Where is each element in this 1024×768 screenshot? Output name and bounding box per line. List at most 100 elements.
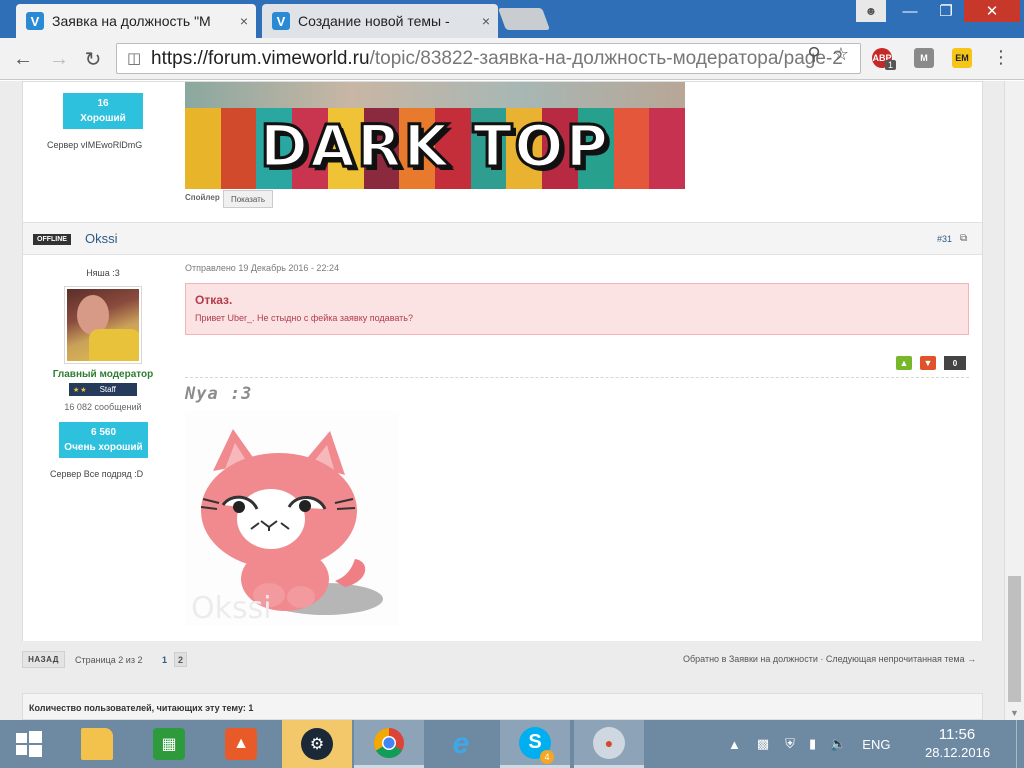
internet-explorer-taskbar-app[interactable]: e xyxy=(426,720,496,768)
tab-title: Заявка на должность "М xyxy=(52,13,211,29)
volume-icon[interactable]: 🔈 xyxy=(830,736,846,752)
paint-taskbar-app[interactable]: ● xyxy=(574,720,644,768)
share-icon[interactable]: ⧉ xyxy=(960,233,967,244)
topic-readers-bar: Количество пользователей, читающих эту т… xyxy=(22,693,983,720)
post-reputation-count: 0 xyxy=(944,356,966,370)
pagination-back-button[interactable]: НАЗАД xyxy=(22,651,65,668)
browser-tabstrip: V Заявка на должность "М × V Создание но… xyxy=(0,0,1024,38)
banner-sky xyxy=(185,82,685,108)
page-link-1[interactable]: 1 xyxy=(158,652,171,667)
reputation-value: 16 xyxy=(97,98,109,109)
staff-badge: ★★ Staff xyxy=(69,383,137,396)
post-author-link[interactable]: Okssi xyxy=(85,231,118,246)
zoom-icon[interactable]: ⚲ xyxy=(803,44,825,65)
refusal-text: Привет Uber_. Не стыдно с фейка заявку п… xyxy=(195,313,413,323)
avatar-shirt xyxy=(89,329,139,361)
post-body: Няша :3 Главный модератор ★★ Staff 16 08… xyxy=(23,255,982,641)
chrome-taskbar-app[interactable] xyxy=(354,720,424,768)
post-header: OFFLINE Okssi #31 ⧉ xyxy=(23,222,982,255)
clock-date: 28.12.2016 xyxy=(925,745,991,760)
windows-start-button[interactable] xyxy=(0,720,58,768)
reputation-value: 6 560 xyxy=(90,427,117,438)
vote-up-icon[interactable]: ▲ xyxy=(896,356,912,370)
new-tab-button[interactable] xyxy=(497,8,551,30)
extension-em-icon[interactable]: EM xyxy=(952,48,972,68)
close-window-icon[interactable]: ✕ xyxy=(964,0,1020,22)
dark-top-banner-image: DARK TOP xyxy=(185,82,685,189)
store-taskbar-app[interactable]: ▦ xyxy=(134,720,204,768)
notification-area: ▲ ▩ ⛨ ▮ 🔈 ENG xyxy=(728,720,890,768)
reputation-box[interactable]: 16 Хороший xyxy=(63,93,143,129)
photos-icon: ▲ xyxy=(225,728,257,760)
vimeworld-favicon-icon: V xyxy=(26,12,44,30)
reputation-box[interactable]: 6 560 Очень хороший xyxy=(59,422,148,458)
page-current-2: 2 xyxy=(174,652,187,667)
signature-text: Nya :3 xyxy=(185,384,253,404)
reload-icon[interactable]: ↻ xyxy=(81,47,105,71)
signal-strength-icon[interactable]: ▩ xyxy=(757,736,769,752)
post-number-link[interactable]: #31 xyxy=(937,234,952,244)
steam-icon: ⚙ xyxy=(301,728,333,760)
refusal-title: Отказ. xyxy=(195,293,233,307)
back-to-forum-link[interactable]: Обратно в Заявки на должности · Следующа… xyxy=(683,654,976,664)
skype-taskbar-app[interactable]: S 4 xyxy=(500,720,570,768)
photos-taskbar-app[interactable]: ▲ xyxy=(206,720,276,768)
steam-taskbar-app[interactable]: ⚙ xyxy=(282,720,352,768)
minimize-icon[interactable]: — xyxy=(892,0,928,22)
extension-m-icon[interactable]: M xyxy=(914,48,934,68)
bookmark-star-icon[interactable]: ☆ xyxy=(830,44,852,65)
scrollbar-thumb[interactable] xyxy=(1008,576,1021,702)
reputation-label: Очень хороший xyxy=(64,442,143,453)
vote-down-icon[interactable]: ▼ xyxy=(920,356,936,370)
skype-notification-badge: 4 xyxy=(540,750,554,764)
chrome-icon xyxy=(373,727,404,758)
chrome-menu-icon[interactable]: ⋮ xyxy=(992,47,1010,68)
tab-vacancy-thread[interactable]: V Заявка на должность "М × xyxy=(16,4,256,38)
forum-page: 16 Хороший Сервер vIMEwoRlDmG DARK TOP С… xyxy=(0,81,1004,720)
input-language-indicator[interactable]: ENG xyxy=(862,737,890,752)
forward-arrow-icon[interactable]: → xyxy=(47,47,71,71)
signature-divider xyxy=(185,377,969,378)
internet-explorer-icon: e xyxy=(452,727,470,760)
system-clock[interactable]: 11:56 28.12.2016 xyxy=(925,726,991,760)
refusal-message-box: Отказ. Привет Uber_. Не стыдно с фейка з… xyxy=(185,283,969,335)
user-group: Главный модератор xyxy=(52,369,154,380)
reputation-label: Хороший xyxy=(80,113,126,124)
avatar[interactable] xyxy=(64,286,142,364)
staff-badge-label: Staff xyxy=(99,385,116,394)
tab-new-topic[interactable]: V Создание новой темы - × xyxy=(262,4,498,38)
user-profile-icon[interactable]: ☻ xyxy=(856,0,886,22)
antivirus-icon[interactable]: ⛨ xyxy=(785,736,795,752)
file-explorer-taskbar-app[interactable] xyxy=(62,720,132,768)
url-path: /topic/83822-заявка-на-должность-модерат… xyxy=(369,47,843,69)
user-title: Няша :3 xyxy=(86,268,120,278)
maximize-icon[interactable]: ❐ xyxy=(928,0,964,22)
back-arrow-icon[interactable]: ← xyxy=(11,47,35,71)
rank-stars-icon: ★★ xyxy=(73,386,88,394)
battery-icon[interactable]: ▮ xyxy=(809,736,816,752)
spoiler-label: Спойлер xyxy=(185,193,220,202)
folder-icon xyxy=(81,728,113,760)
pagination-info: Страница 2 из 2 xyxy=(75,655,143,665)
posts-container: 16 Хороший Сервер vIMEwoRlDmG DARK TOP С… xyxy=(22,81,983,641)
post-date: Отправлено 19 Декабрь 2016 - 22:24 xyxy=(185,263,339,273)
show-hidden-icons-icon[interactable]: ▲ xyxy=(728,737,741,752)
adblock-count-badge: 1 xyxy=(885,60,897,70)
page-scrollbar[interactable]: ▼ xyxy=(1004,81,1024,720)
tab-close-icon[interactable]: × xyxy=(240,13,248,29)
address-bar[interactable]: ◫ https://forum.vimeworld.ru/topic/83822… xyxy=(116,43,861,74)
tab-close-icon[interactable]: × xyxy=(482,13,490,29)
page-info-icon[interactable]: ◫ xyxy=(127,49,141,67)
avatar-photo xyxy=(67,289,139,361)
windows-taskbar: ▦ ▲ ⚙ e S 4 ● ▲ ▩ ⛨ ▮ 🔈 ENG 11:56 28.12.… xyxy=(0,720,1024,768)
clock-time: 11:56 xyxy=(938,726,976,743)
vimeworld-favicon-icon: V xyxy=(272,12,290,30)
store-bag-icon: ▦ xyxy=(153,728,185,760)
show-desktop-button[interactable] xyxy=(1016,720,1024,768)
message-count: 16 082 сообщений xyxy=(64,402,142,412)
user-server: Сервер vIMEwoRlDmG xyxy=(47,140,143,150)
pink-cat-signature-image: Okssi xyxy=(185,411,399,626)
paint-palette-icon: ● xyxy=(593,726,625,759)
spoiler-show-button[interactable]: Показать xyxy=(223,190,273,208)
scroll-down-arrow-icon[interactable]: ▼ xyxy=(1010,708,1019,718)
